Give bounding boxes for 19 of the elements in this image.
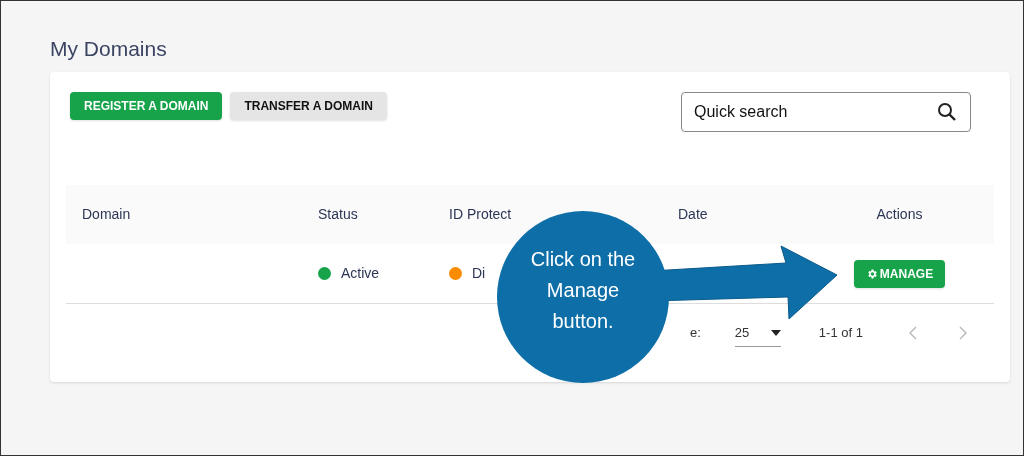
pagination-range: 1-1 of 1 — [818, 324, 863, 343]
id-protect-text: Di — [472, 264, 486, 283]
domain-button[interactable]: TRANSFER A DOMAIN — [230, 92, 387, 120]
column-header: Domain — [81, 205, 131, 224]
search-icon — [937, 102, 957, 122]
rows-per-page-select[interactable]: 25 — [734, 319, 781, 347]
gear-icon — [865, 267, 878, 280]
previous-page-icon[interactable] — [908, 326, 917, 340]
column-header: ID Protect — [448, 205, 512, 224]
pagination-label: e: — [690, 324, 701, 343]
column-header: Date — [677, 205, 708, 224]
column-header: Actions — [876, 205, 923, 224]
search-field[interactable]: Quick search — [681, 92, 971, 132]
next-page-icon[interactable] — [958, 326, 967, 340]
page-title: My Domains — [50, 36, 167, 62]
column-header: Status — [317, 205, 358, 224]
callout-text: Click on the Manage button. — [530, 247, 636, 334]
dropdown-caret-icon — [770, 329, 781, 336]
status-text: Active — [341, 264, 380, 283]
